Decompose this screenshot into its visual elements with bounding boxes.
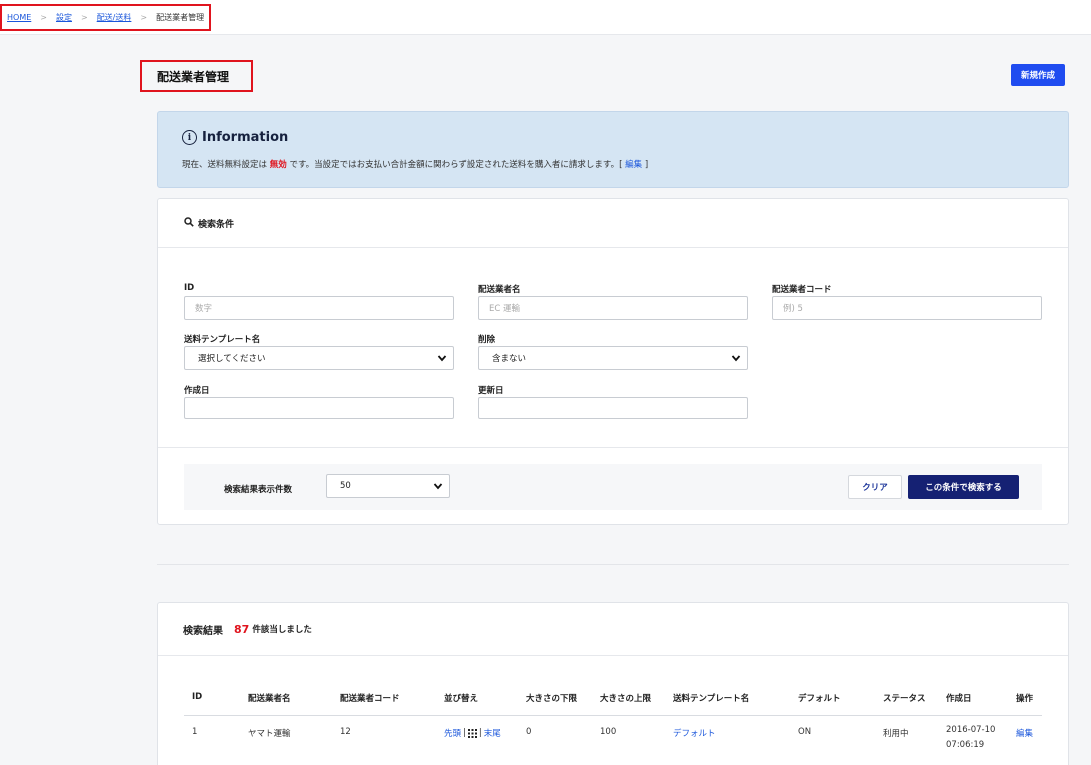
breadcrumb-separator: > [80, 13, 88, 22]
updated-date-input[interactable] [478, 397, 748, 419]
created-date-input[interactable] [184, 397, 454, 419]
per-page-select-value: 50 [340, 481, 351, 491]
information-text: 現在、送料無料設定は 無効 です。当設定ではお支払い合計金額に関わらず設定された… [182, 158, 648, 170]
column-header-id: ID [192, 692, 203, 702]
column-header-template: 送料テンプレート名 [673, 694, 750, 704]
search-header-label: 検索条件 [198, 219, 235, 230]
updated-date-label: 更新日 [478, 386, 504, 396]
template-select[interactable]: 選択してください [184, 346, 454, 370]
page-title: 配送業者管理 [140, 60, 253, 92]
cell-code: 12 [340, 727, 351, 737]
column-header-name: 配送業者名 [248, 694, 291, 704]
cell-name: ヤマト運輸 [248, 729, 291, 739]
cell-action: 編集 [1016, 727, 1033, 739]
results-panel: 検索結果 87 件該当しました ID 配送業者名 配送業者コード 並び替え 大き… [157, 602, 1069, 765]
results-suffix: 件該当しました [252, 625, 312, 635]
info-text-after: です。当設定ではお支払い合計金額に関わらず設定された送料を購入者に請求します。[ [289, 160, 623, 170]
column-header-code: 配送業者コード [340, 694, 400, 704]
column-header-sort: 並び替え [444, 694, 479, 704]
carrier-name-label: 配送業者名 [478, 285, 521, 295]
chevron-down-icon [433, 483, 443, 490]
top-bar: HOME > 設定 > 配送/送料 > 配送業者管理 [0, 0, 1091, 35]
info-icon: i [182, 130, 197, 145]
page-title-text: 配送業者管理 [157, 69, 230, 84]
edit-link[interactable]: 編集 [1016, 729, 1033, 739]
information-title: i Information [182, 130, 288, 145]
column-header-default: デフォルト [798, 694, 841, 704]
breadcrumb: HOME > 設定 > 配送/送料 > 配送業者管理 [0, 4, 212, 31]
new-button[interactable]: 新規作成 [1011, 64, 1065, 86]
carrier-code-input[interactable]: 例) 5 [772, 296, 1042, 320]
cell-created-time: 07:06:19 [946, 740, 985, 750]
breadcrumb-shipping-link[interactable]: 配送/送料 [97, 12, 132, 23]
breadcrumb-home-link[interactable]: HOME [7, 13, 31, 22]
column-header-status: ステータス [883, 694, 926, 704]
deleted-select[interactable]: 含まない [478, 346, 748, 370]
column-header-action: 操作 [1016, 694, 1034, 704]
search-button[interactable]: この条件で検索する [908, 475, 1019, 499]
search-icon [184, 216, 194, 230]
column-header-size-min: 大きさの下限 [526, 694, 578, 704]
information-panel: i Information 現在、送料無料設定は 無効 です。当設定ではお支払い… [157, 111, 1069, 188]
created-date-label: 作成日 [184, 386, 210, 396]
template-select-value: 選択してください [198, 354, 266, 364]
drag-handle-icon[interactable] [467, 728, 477, 738]
table-header-divider [184, 715, 1042, 716]
divider [158, 447, 1068, 448]
free-shipping-status: 無効 [269, 160, 287, 170]
results-count: 87 [234, 622, 250, 636]
sort-separator: | [463, 728, 466, 738]
cell-size-max: 100 [600, 727, 617, 737]
results-label: 検索結果 [183, 625, 223, 637]
chevron-down-icon [731, 355, 741, 362]
column-header-size-max: 大きさの上限 [600, 694, 652, 704]
per-page-label: 検索結果表示件数 [224, 485, 293, 495]
search-footer: 検索結果表示件数 50 クリア この条件で検索する [184, 464, 1042, 510]
search-panel: 検索条件 ID 数字 配送業者名 EC 運輸 配送業者コード 例) 5 送料テン… [157, 198, 1069, 525]
results-header: 検索結果 87 件該当しました [158, 603, 1068, 656]
id-input[interactable]: 数字 [184, 296, 454, 320]
cell-template: デフォルト [673, 727, 716, 739]
info-text-before: 現在、送料無料設定は [182, 160, 268, 170]
carrier-code-label: 配送業者コード [772, 285, 832, 295]
information-title-text: Information [202, 130, 289, 145]
breadcrumb-separator: > [40, 13, 47, 22]
sort-first-link[interactable]: 先頭 [444, 727, 461, 739]
sort-separator: | [478, 728, 482, 738]
carrier-name-input[interactable]: EC 運輸 [478, 296, 748, 320]
cell-created: 2016-07-10 07:06:19 [946, 723, 995, 753]
id-label: ID [184, 283, 195, 293]
deleted-label: 削除 [478, 335, 496, 345]
deleted-select-value: 含まない [492, 354, 527, 364]
column-header-created: 作成日 [946, 694, 972, 704]
info-edit-link[interactable]: 編集 [625, 160, 642, 170]
template-label: 送料テンプレート名 [184, 335, 261, 345]
search-header: 検索条件 [158, 199, 1068, 248]
cell-default: ON [798, 727, 812, 737]
chevron-down-icon [437, 355, 447, 362]
sort-last-link[interactable]: 末尾 [484, 727, 501, 739]
cell-size-min: 0 [526, 727, 532, 737]
section-divider [157, 564, 1069, 565]
cell-status: 利用中 [883, 729, 909, 739]
template-link[interactable]: デフォルト [673, 729, 716, 739]
breadcrumb-current: 配送業者管理 [156, 13, 205, 22]
cell-created-date: 2016-07-10 [946, 725, 996, 735]
per-page-select[interactable]: 50 [326, 474, 450, 498]
breadcrumb-separator: > [140, 13, 148, 22]
breadcrumb-settings-link[interactable]: 設定 [56, 12, 72, 23]
cell-id: 1 [192, 727, 198, 737]
info-text-end: ] [644, 160, 649, 170]
clear-button[interactable]: クリア [848, 475, 902, 499]
cell-sort: 先頭 | | 末尾 [444, 727, 501, 739]
